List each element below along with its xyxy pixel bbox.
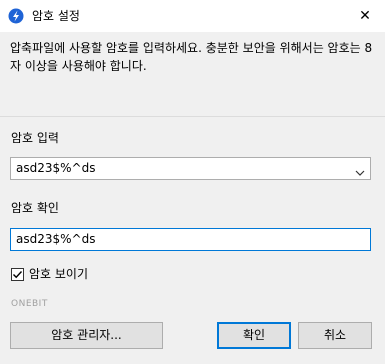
password-confirm-field[interactable]: asd23$%^ds [10,228,371,251]
close-icon: ✕ [359,8,371,24]
show-password-checkbox[interactable] [11,268,24,281]
password-confirm-value: asd23$%^ds [16,232,96,246]
chevron-down-icon[interactable] [355,163,365,176]
close-button[interactable]: ✕ [345,0,385,32]
checkmark-icon [13,271,23,279]
divider [0,116,385,117]
password-input-label: 암호 입력 [11,131,59,145]
password-manager-button[interactable]: 암호 관리자... [10,322,163,349]
cancel-button[interactable]: 취소 [298,322,372,349]
window-title: 암호 설정 [32,9,80,23]
password-input-combobox[interactable]: asd23$%^ds [10,157,371,180]
brand-label: ONEBIT [11,299,48,309]
password-dialog: 암호 설정 ✕ 압축파일에 사용할 암호를 입력하세요. 충분한 보안을 위해서… [0,0,385,364]
app-logo-icon [8,8,24,24]
show-password-label[interactable]: 암호 보이기 [29,266,88,282]
password-input-value: asd23$%^ds [16,161,96,175]
title-bar: 암호 설정 ✕ [0,0,385,32]
description-text: 압축파일에 사용할 암호를 입력하세요. 충분한 보안을 위해서는 암호는 8자… [10,41,373,73]
ok-button[interactable]: 확인 [217,322,291,349]
password-confirm-label: 암호 확인 [11,201,59,215]
